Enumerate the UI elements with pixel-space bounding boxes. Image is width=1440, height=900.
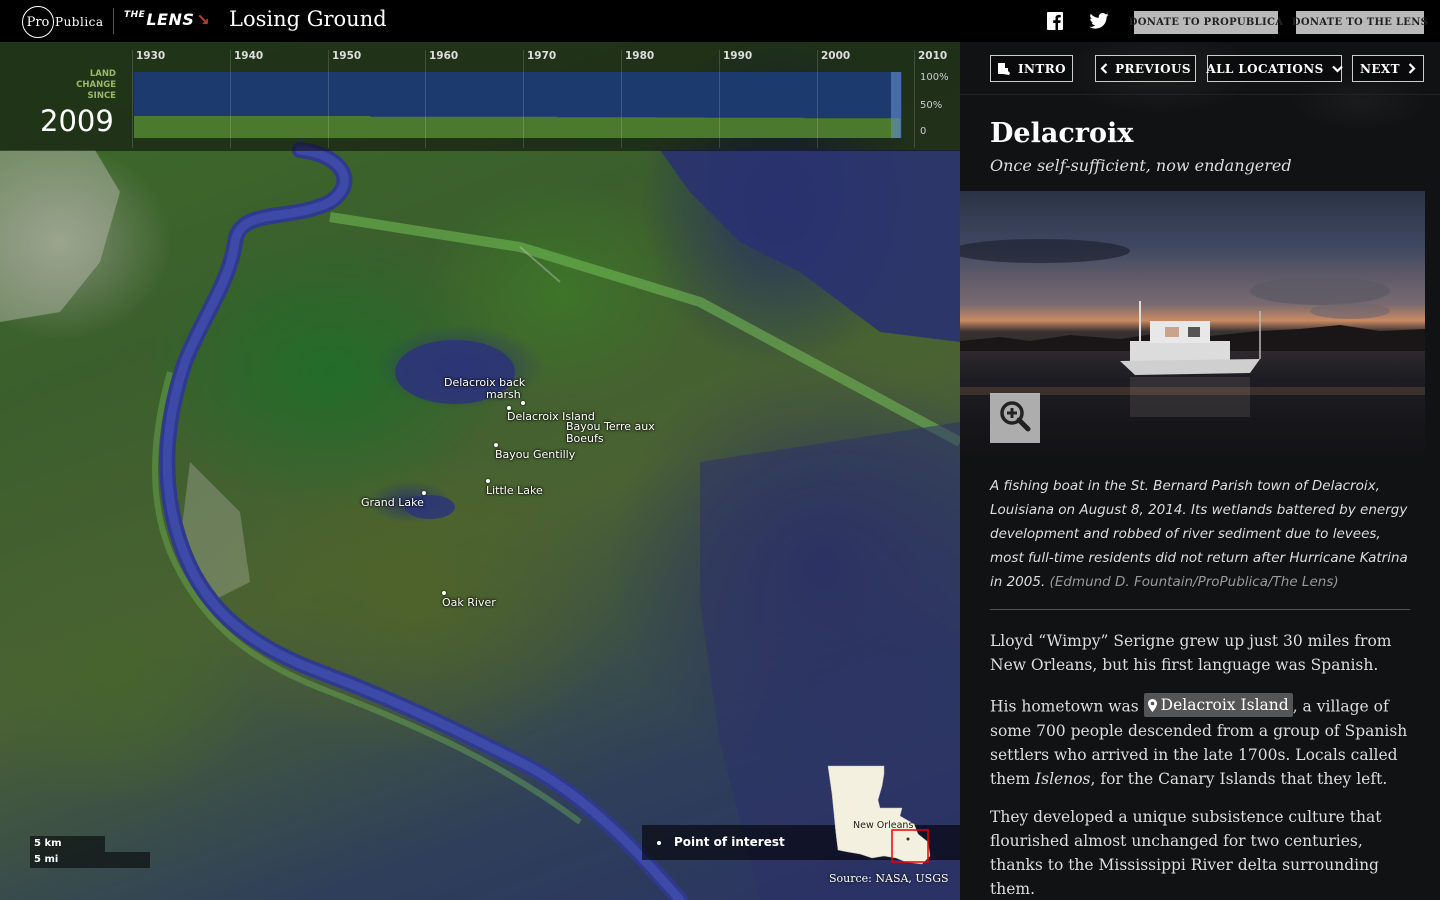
timeline-tick-label[interactable]: 1980 — [625, 50, 654, 62]
pct-label-0: 0 — [920, 126, 927, 137]
satellite-map[interactable]: LAND CHANGE SINCE 2009 1930 1940 1950 1960 1… — [0, 42, 960, 900]
mississippi-river — [0, 142, 960, 900]
next-button-label: NEXT — [1360, 61, 1400, 76]
photo-caption: A fishing boat in the St. Bernard Parish… — [990, 474, 1410, 594]
place-label-oak-river[interactable]: Oak River — [442, 597, 496, 609]
timeline-tick-label[interactable]: 1970 — [527, 50, 556, 62]
timeline-tick-label[interactable]: 1930 — [136, 50, 165, 62]
previous-button-label: PREVIOUS — [1115, 61, 1191, 76]
poi-dot[interactable] — [486, 479, 490, 483]
scale-bar-km: 5 km — [30, 836, 105, 852]
chevron-right-icon — [1408, 63, 1416, 74]
location-title: Delacroix — [990, 118, 1134, 149]
place-label-line: Boeufs — [566, 432, 604, 445]
scale-bar-mi: 5 mi — [30, 852, 150, 868]
louisiana-map-icon — [997, 62, 1011, 76]
place-label-line: marsh — [486, 388, 521, 401]
land-area-series — [134, 116, 901, 138]
place-label-delacroix-back-marsh[interactable]: Delacroix back marsh — [444, 377, 525, 401]
lens-logo-the: THE — [124, 10, 146, 20]
land-change-label-line: SINCE — [87, 91, 116, 101]
land-change-chart-svg — [134, 116, 901, 138]
intro-button[interactable]: INTRO — [990, 55, 1073, 82]
story-panel: INTRO PREVIOUS ALL LOCATIONS NEXT Delacr… — [960, 42, 1440, 900]
poi-dot[interactable] — [494, 443, 498, 447]
lens-logo-lens: LENS — [146, 10, 195, 29]
facebook-icon[interactable] — [1045, 11, 1065, 31]
next-button[interactable]: NEXT — [1352, 55, 1424, 82]
timeline-tick-line — [914, 50, 915, 148]
top-bar: Pro Publica THELENS ↘ Losing Ground DONAT… — [0, 0, 1440, 42]
propublica-logo-pro: Pro — [26, 14, 50, 30]
timeline-tick-label[interactable]: 1940 — [234, 50, 263, 62]
the-lens-logo[interactable]: THELENS ↘ — [124, 10, 210, 29]
all-locations-label: ALL LOCATIONS — [1206, 61, 1324, 76]
propublica-logo[interactable]: Pro Publica — [22, 6, 104, 38]
location-link-label: Delacroix Island — [1160, 696, 1289, 714]
legend-dot-icon — [657, 841, 661, 845]
location-subtitle: Once self-sufficient, now endangered — [990, 156, 1292, 175]
map-source: Source: NASA, USGS — [829, 872, 949, 885]
land-change-label-line: LAND — [89, 69, 116, 79]
timeline-tick-line — [132, 50, 133, 148]
donate-propublica-button[interactable]: DONATE TO PROPUBLICA — [1129, 11, 1283, 34]
timeline-tick-label[interactable]: 1950 — [332, 50, 361, 62]
place-label-bayou-gentilly[interactable]: Bayou Gentilly — [495, 449, 575, 461]
location-nav: INTRO PREVIOUS ALL LOCATIONS NEXT — [960, 42, 1440, 95]
poi-dot[interactable] — [422, 491, 426, 495]
lens-logo-mark-icon: ↘ — [196, 10, 211, 29]
timeline-cursor[interactable] — [891, 72, 901, 138]
story-text: , for the Canary Islands that they left. — [1090, 769, 1388, 788]
poi-dot[interactable] — [521, 401, 525, 405]
chevron-down-icon — [1331, 65, 1343, 73]
current-year: 2009 — [40, 104, 114, 138]
land-change-label-line: CHANGE — [76, 80, 116, 90]
louisiana-inset-map[interactable] — [826, 764, 934, 868]
photo-credit: (Edmund D. Fountain/ProPublica/The Lens) — [1049, 574, 1339, 590]
story-paragraph: His hometown was Delacroix Island, a vil… — [990, 693, 1415, 791]
previous-button[interactable]: PREVIOUS — [1095, 55, 1196, 82]
propublica-logo-circle: Pro — [22, 6, 54, 38]
timeline-tick-line — [425, 50, 426, 148]
timeline-tick-label[interactable]: 1960 — [429, 50, 458, 62]
intro-button-label: INTRO — [1018, 61, 1066, 76]
all-locations-dropdown[interactable]: ALL LOCATIONS — [1206, 55, 1343, 82]
map-pin-icon — [1147, 698, 1157, 712]
land-change-chart[interactable] — [134, 72, 902, 138]
legend-label: Point of interest — [674, 835, 785, 849]
pct-label-100: 100% — [920, 72, 949, 83]
timeline-tick-line — [817, 50, 818, 148]
location-link-delacroix-island[interactable]: Delacroix Island — [1143, 693, 1293, 717]
place-label-little-lake[interactable]: Little Lake — [486, 485, 543, 497]
twitter-icon[interactable] — [1089, 11, 1109, 31]
timeline-tick-label[interactable]: 2000 — [821, 50, 850, 62]
donate-lens-button[interactable]: DONATE TO THE LENS — [1292, 11, 1428, 34]
zoom-photo-button[interactable] — [990, 393, 1040, 443]
timeline-tick-line — [621, 50, 622, 148]
propublica-logo-publica: Publica — [55, 15, 104, 29]
timeline-tick-line — [328, 50, 329, 148]
app-title: Losing Ground — [229, 7, 387, 31]
poi-dot[interactable] — [442, 591, 446, 595]
timeline-tick-line — [523, 50, 524, 148]
place-label-bayou-terre-aux-boeufs[interactable]: Bayou Terre aux Boeufs — [566, 421, 655, 445]
land-change-label: LAND CHANGE SINCE — [60, 69, 116, 102]
place-label-grand-lake[interactable]: Grand Lake — [361, 497, 424, 509]
caption-divider — [990, 609, 1410, 610]
story-emphasis: Islenos — [1035, 769, 1091, 788]
land-change-timeline[interactable]: LAND CHANGE SINCE 2009 1930 1940 1950 1960 1… — [0, 42, 960, 151]
timeline-tick-label[interactable]: 2010 — [918, 50, 947, 62]
story-paragraph: They developed a unique subsistence cult… — [990, 808, 1382, 898]
inset-label-new-orleans: New Orleans — [853, 820, 914, 831]
story-paragraph: Lloyd “Wimpy” Serigne grew up just 30 mi… — [990, 632, 1392, 674]
pct-label-50: 50% — [920, 100, 943, 111]
chevron-left-icon — [1100, 63, 1108, 74]
timeline-tick-line — [719, 50, 720, 148]
timeline-tick-line — [230, 50, 231, 148]
zoom-in-icon — [998, 399, 1032, 437]
story-text: His hometown was — [990, 697, 1144, 716]
logo-divider — [113, 8, 114, 34]
timeline-tick-label[interactable]: 1990 — [723, 50, 752, 62]
